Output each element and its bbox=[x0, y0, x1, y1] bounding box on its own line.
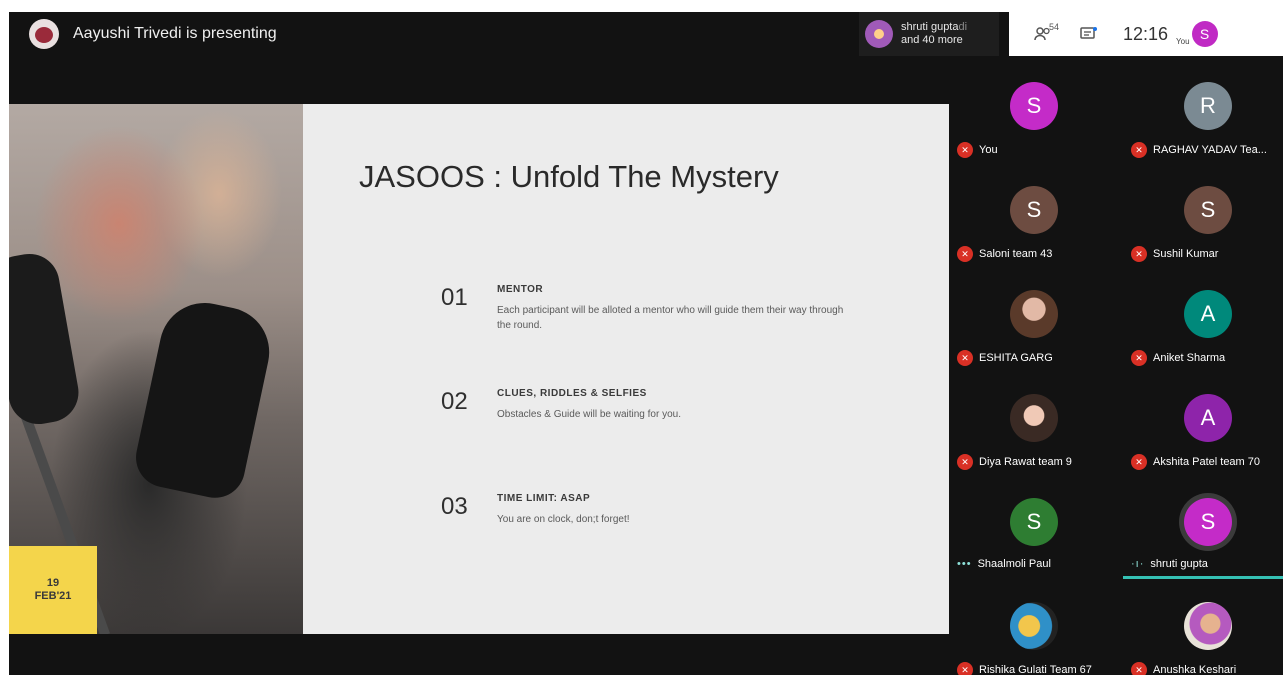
slide-point: 03 TIME LIMIT: ASAP You are on clock, do… bbox=[441, 493, 857, 527]
point-description: You are on clock, don;t forget! bbox=[497, 514, 630, 525]
slide-point: 02 CLUES, RIDDLES & SELFIES Obstacles & … bbox=[441, 388, 857, 422]
participant-tile[interactable]: S ✕ Saloni team 43 bbox=[949, 160, 1116, 264]
participant-grid: S ✕ You R ✕ RAGHAV YADAV Tea... S ✕ Saloni … bbox=[949, 56, 1283, 675]
presenting-label: Aayushi Trivedi is presenting bbox=[73, 25, 277, 42]
participant-avatar: S bbox=[1010, 186, 1058, 234]
participant-tile[interactable]: ✕ Anushka Keshari bbox=[1123, 576, 1283, 675]
participant-tile[interactable]: ✕ ESHITA GARG bbox=[949, 264, 1116, 368]
participant-name: Rishika Gulati Team 67 bbox=[979, 664, 1092, 675]
top-right-controls: shruti guptadi and 40 more 54 12:16 You … bbox=[859, 12, 1283, 56]
meeting-toolbar: 54 12:16 You S bbox=[1009, 12, 1283, 56]
participant-tile[interactable]: R ✕ RAGHAV YADAV Tea... bbox=[1123, 56, 1283, 160]
participant-photo bbox=[1010, 602, 1058, 650]
participant-name: ESHITA GARG bbox=[979, 352, 1053, 364]
my-avatar[interactable]: S bbox=[1191, 21, 1218, 47]
mic-off-icon: ✕ bbox=[957, 662, 973, 675]
point-number: 03 bbox=[441, 493, 468, 520]
mic-off-icon: ✕ bbox=[1131, 454, 1147, 470]
participant-name: RAGHAV YADAV Tea... bbox=[1153, 144, 1267, 156]
presenter-avatar bbox=[29, 19, 59, 49]
participant-tile[interactable]: S ·ı· shruti gupta bbox=[1123, 472, 1283, 576]
shared-slide: 19 FEB'21 JASOOS : Unfold The Mystery 01… bbox=[9, 104, 949, 634]
slide-title: JASOOS : Unfold The Mystery bbox=[359, 159, 779, 194]
participant-tile[interactable]: A ✕ Aniket Sharma bbox=[1123, 264, 1283, 368]
participant-tile[interactable]: S ✕ Sushil Kumar bbox=[1123, 160, 1283, 264]
pill-name-suffix: di bbox=[958, 21, 968, 33]
participant-name: Aniket Sharma bbox=[1153, 352, 1226, 364]
participant-avatar: A bbox=[1184, 290, 1232, 338]
point-number: 02 bbox=[441, 388, 468, 415]
meeting-window: Aayushi Trivedi is presenting 19 FEB'21 … bbox=[9, 12, 1283, 675]
people-icon[interactable]: 54 bbox=[1029, 20, 1060, 48]
mic-off-icon: ✕ bbox=[957, 350, 973, 366]
participant-tile[interactable]: ✕ Diya Rawat team 9 bbox=[949, 368, 1116, 472]
participant-avatar: A bbox=[1184, 394, 1232, 442]
slide-point: 01 MENTOR Each participant will be allot… bbox=[441, 284, 857, 333]
pill-avatar bbox=[865, 20, 893, 48]
photo-detail bbox=[130, 294, 278, 504]
pill-more: and 40 more bbox=[901, 34, 963, 46]
point-description: Obstacles & Guide will be waiting for yo… bbox=[497, 409, 681, 420]
date-month: FEB'21 bbox=[34, 590, 72, 602]
mic-off-icon: ✕ bbox=[1131, 662, 1147, 675]
others-presenting-pill[interactable]: shruti guptadi and 40 more bbox=[859, 12, 999, 56]
participant-name: shruti gupta bbox=[1150, 558, 1208, 570]
presentation-header: Aayushi Trivedi is presenting bbox=[9, 12, 949, 56]
participant-avatar: S bbox=[1010, 498, 1058, 546]
participant-name: You bbox=[979, 144, 998, 156]
mic-off-icon: ✕ bbox=[1131, 350, 1147, 366]
point-heading: TIME LIMIT: ASAP bbox=[497, 493, 591, 504]
participant-tile[interactable]: A ✕ Akshita Patel team 70 bbox=[1123, 368, 1283, 472]
participant-avatar: S bbox=[1184, 498, 1232, 546]
speaking-icon: ·ı· bbox=[1131, 558, 1145, 570]
participant-name: Akshita Patel team 70 bbox=[1153, 456, 1261, 468]
date-day: 19 bbox=[46, 577, 60, 589]
participant-name: Saloni team 43 bbox=[979, 248, 1053, 260]
pill-name: shruti gupta bbox=[901, 21, 959, 33]
point-heading: CLUES, RIDDLES & SELFIES bbox=[497, 388, 647, 399]
mic-off-icon: ✕ bbox=[957, 246, 973, 262]
more-dots-icon: ••• bbox=[957, 558, 972, 570]
chat-icon[interactable] bbox=[1075, 20, 1103, 48]
point-description: Each participant will be alloted a mento… bbox=[497, 305, 844, 331]
chat-icon-graphic bbox=[1080, 27, 1097, 39]
participant-photo bbox=[1010, 394, 1058, 442]
point-heading: MENTOR bbox=[497, 284, 544, 295]
participant-avatar: S bbox=[1184, 186, 1232, 234]
mic-off-icon: ✕ bbox=[1131, 246, 1147, 262]
participant-name: Sushil Kumar bbox=[1153, 248, 1219, 260]
participant-tile[interactable]: ✕ Rishika Gulati Team 67 bbox=[949, 576, 1116, 675]
people-count: 54 bbox=[1049, 22, 1060, 32]
participant-tile[interactable]: S ••• Shaalmoli Paul bbox=[949, 472, 1116, 576]
participant-name: Anushka Keshari bbox=[1153, 664, 1237, 675]
point-number: 01 bbox=[441, 284, 468, 311]
mic-off-icon: ✕ bbox=[1131, 142, 1147, 158]
pill-text: shruti guptadi and 40 more bbox=[901, 21, 967, 47]
participant-tile[interactable]: S ✕ You bbox=[949, 56, 1116, 160]
clock: 12:16 bbox=[1123, 23, 1169, 44]
participant-name: Shaalmoli Paul bbox=[977, 558, 1051, 570]
participant-photo bbox=[1184, 602, 1232, 650]
participant-photo bbox=[1010, 290, 1058, 338]
participant-avatar: R bbox=[1184, 82, 1232, 130]
photo-detail bbox=[9, 249, 84, 429]
date-badge: 19 FEB'21 bbox=[9, 546, 97, 634]
participant-avatar: S bbox=[1010, 82, 1058, 130]
mic-off-icon: ✕ bbox=[957, 142, 973, 158]
you-label: You bbox=[1176, 36, 1190, 46]
mic-off-icon: ✕ bbox=[957, 454, 973, 470]
participant-name: Diya Rawat team 9 bbox=[979, 456, 1072, 468]
